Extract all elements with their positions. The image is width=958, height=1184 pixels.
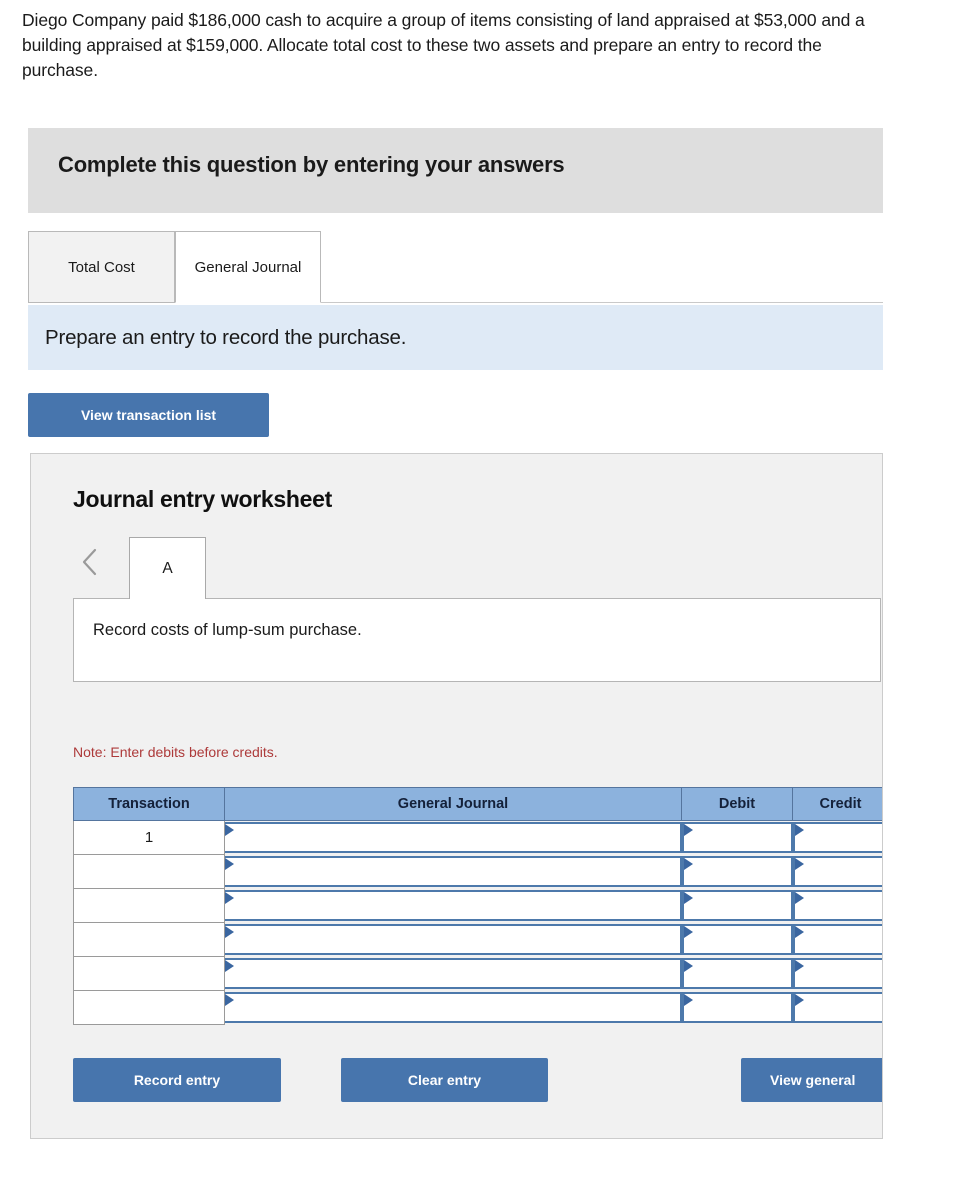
account-select-6[interactable]	[225, 992, 682, 1023]
table-row	[73, 922, 882, 957]
debit-amount-cell[interactable]	[681, 991, 793, 1025]
credit-amount-cell[interactable]	[792, 957, 882, 991]
debit-amount-cell[interactable]	[681, 923, 793, 957]
credit-amount-cell[interactable]	[792, 923, 882, 957]
table-row: 1	[73, 820, 882, 855]
credit-amount-cell[interactable]	[792, 889, 882, 923]
credit-amount-cell[interactable]	[792, 855, 882, 889]
table-row	[73, 854, 882, 889]
debit-amount-cell[interactable]	[681, 957, 793, 991]
general-journal-account-cell[interactable]	[225, 855, 682, 889]
tab-total-cost-label: Total Cost	[68, 258, 135, 276]
account-select-5[interactable]	[225, 958, 682, 989]
column-header-general-journal: General Journal	[224, 787, 682, 821]
debit-input-4[interactable]	[681, 924, 793, 955]
transaction-number-cell	[73, 956, 225, 991]
debit-input-3[interactable]	[681, 890, 793, 921]
general-journal-account-cell[interactable]	[225, 923, 682, 957]
answer-tab-strip: Total Cost General Journal	[28, 231, 883, 303]
journal-entry-table: Transaction General Journal Debit Credit…	[73, 787, 882, 1025]
debit-input-1[interactable]	[681, 822, 793, 854]
entry-tab-a[interactable]: A	[129, 537, 206, 599]
debit-amount-cell[interactable]	[681, 855, 793, 889]
general-journal-account-cell[interactable]	[225, 991, 682, 1025]
transaction-number-cell	[73, 854, 225, 889]
debit-input-5[interactable]	[681, 958, 793, 989]
debits-before-credits-note: Note: Enter debits before credits.	[73, 744, 278, 760]
clear-entry-button[interactable]: Clear entry	[341, 1058, 548, 1102]
instructions-banner-text: Complete this question by entering your …	[58, 152, 565, 177]
column-header-debit: Debit	[681, 787, 793, 821]
credit-input-1[interactable]	[792, 822, 882, 854]
debit-input-2[interactable]	[681, 856, 793, 887]
question-prompt: Diego Company paid $186,000 cash to acqu…	[22, 10, 865, 80]
tab-general-journal-label: General Journal	[194, 258, 302, 276]
question-page: Diego Company paid $186,000 cash to acqu…	[0, 0, 958, 1184]
general-journal-account-cell[interactable]	[225, 957, 682, 991]
table-header-row: Transaction General Journal Debit Credit	[73, 787, 882, 821]
debit-amount-cell[interactable]	[681, 821, 793, 855]
credit-input-4[interactable]	[792, 924, 882, 955]
journal-entry-worksheet-panel: Journal entry worksheet A Record costs o…	[30, 453, 883, 1139]
credit-input-3[interactable]	[792, 890, 882, 921]
debit-input-6[interactable]	[681, 992, 793, 1023]
view-general-journal-button[interactable]: View general	[741, 1058, 882, 1102]
transaction-number-cell: 1	[73, 820, 225, 855]
view-transaction-list-button[interactable]: View transaction list	[28, 393, 269, 437]
account-select-3[interactable]	[225, 890, 682, 921]
column-header-transaction: Transaction	[73, 787, 225, 821]
transaction-number-cell	[73, 888, 225, 923]
record-entry-button[interactable]: Record entry	[73, 1058, 281, 1102]
entry-tab-a-label: A	[162, 559, 173, 577]
chevron-left-icon[interactable]	[75, 542, 105, 582]
tab-general-journal[interactable]: General Journal	[175, 231, 321, 303]
credit-input-6[interactable]	[792, 992, 882, 1023]
instructions-banner: Complete this question by entering your …	[28, 128, 883, 213]
table-row	[73, 990, 882, 1025]
transaction-number-cell	[73, 922, 225, 957]
credit-input-2[interactable]	[792, 856, 882, 887]
credit-amount-cell[interactable]	[792, 821, 882, 855]
general-journal-account-cell[interactable]	[225, 889, 682, 923]
tab-total-cost[interactable]: Total Cost	[28, 231, 175, 303]
credit-input-5[interactable]	[792, 958, 882, 989]
account-select-1[interactable]	[225, 822, 682, 854]
account-select-2[interactable]	[225, 856, 682, 887]
column-header-credit: Credit	[792, 787, 882, 821]
table-row	[73, 888, 882, 923]
entry-description-box: Record costs of lump-sum purchase.	[73, 598, 881, 682]
instruction-bar: Prepare an entry to record the purchase.	[28, 305, 883, 370]
general-journal-account-cell[interactable]	[225, 821, 682, 855]
transaction-number-cell	[73, 990, 225, 1025]
worksheet-title: Journal entry worksheet	[73, 486, 332, 512]
credit-amount-cell[interactable]	[792, 991, 882, 1025]
account-select-4[interactable]	[225, 924, 682, 955]
debit-amount-cell[interactable]	[681, 889, 793, 923]
instruction-text: Prepare an entry to record the purchase.	[45, 325, 407, 349]
table-row	[73, 956, 882, 991]
entry-description-text: Record costs of lump-sum purchase.	[93, 621, 362, 639]
